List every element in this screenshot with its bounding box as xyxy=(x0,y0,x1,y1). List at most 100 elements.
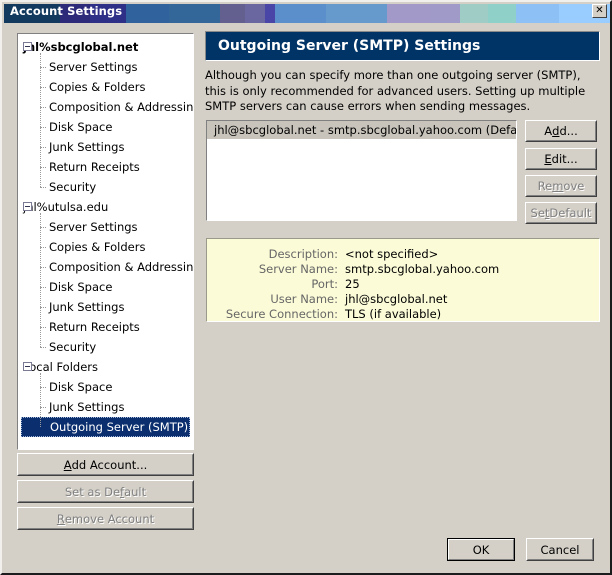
tree-item-security[interactable]: Security xyxy=(18,337,193,357)
titlebar-segment xyxy=(125,4,169,23)
add-label: Ad d... xyxy=(526,121,596,141)
tree-item-return-receipts[interactable]: Return Receipts xyxy=(18,157,193,177)
detail-value: <not specified> xyxy=(345,247,439,261)
tree-item-junk-settings[interactable]: Junk Settings xyxy=(18,137,193,157)
edit-label: Edit... xyxy=(526,149,596,169)
detail-label: Server Name: xyxy=(258,262,338,276)
tree-item-label: Security xyxy=(49,180,97,194)
smtp-server-list[interactable]: jhl@sbcglobal.net - smtp.sbcglobal.yahoo… xyxy=(206,120,517,221)
detail-label: User Name: xyxy=(270,292,338,306)
tree-item-label: Copies & Folders xyxy=(49,80,146,94)
add-account-label: Add Account... xyxy=(18,454,193,475)
tree-item-label: Return Receipts xyxy=(49,320,140,334)
detail-row: Secure Connection: TLS (if available) xyxy=(207,307,599,322)
add-server-button[interactable]: Ad d... xyxy=(525,120,597,142)
tree-item-disk-space[interactable]: Disk Space xyxy=(18,117,193,137)
tree-item-outgoing-server-smtp[interactable]: Outgoing Server (SMTP) xyxy=(21,417,190,437)
tree-item-security[interactable]: Security xyxy=(18,177,193,197)
titlebar-segment xyxy=(168,4,220,23)
titlebar-segment xyxy=(386,4,430,23)
detail-label: Port: xyxy=(311,277,338,291)
close-icon[interactable]: ✕ xyxy=(592,4,607,18)
tree-item-copies-folders[interactable]: Copies & Folders xyxy=(18,237,193,257)
tree-item-label: Return Receipts xyxy=(49,160,140,174)
tree-item-server-settings[interactable]: Server Settings xyxy=(18,57,193,77)
tree-item-label: Disk Space xyxy=(49,380,113,394)
tree-item-jhl-utulsa-edu[interactable]: jhl%utulsa.edu xyxy=(18,197,193,217)
tree-item-copies-folders[interactable]: Copies & Folders xyxy=(18,77,193,97)
detail-value: TLS (if available) xyxy=(345,307,442,321)
detail-label: Description: xyxy=(268,247,338,261)
tree-item-disk-space[interactable]: Disk Space xyxy=(18,277,193,297)
tree-item-composition-addressing[interactable]: Composition & Addressing xyxy=(18,257,193,277)
titlebar-segment xyxy=(326,4,387,23)
detail-value: smtp.sbcglobal.yahoo.com xyxy=(345,262,500,276)
tree-item-label: Outgoing Server (SMTP) xyxy=(50,420,189,434)
add-account-button[interactable]: Add Account... xyxy=(17,453,194,476)
account-settings-dialog: Account Settings ✕ jhl%sbcglobal.net Serv… xyxy=(0,0,612,575)
page-title: Outgoing Server (SMTP) Settings xyxy=(205,31,600,61)
detail-value: 25 xyxy=(345,277,360,291)
tree-connector xyxy=(40,213,41,347)
collapse-icon[interactable] xyxy=(23,42,32,51)
remove-server-button[interactable]: Re m ove xyxy=(525,175,597,197)
tree-item-server-settings[interactable]: Server Settings xyxy=(18,217,193,237)
remove-account-label: Remove Account xyxy=(18,508,193,529)
tree-item-return-receipts[interactable]: Return Receipts xyxy=(18,317,193,337)
tree-connector xyxy=(40,187,46,188)
account-tree[interactable]: jhl%sbcglobal.net Server Settings Copies &… xyxy=(17,33,194,450)
titlebar-segment xyxy=(460,4,489,23)
ok-button-label: OK xyxy=(448,539,514,560)
remove-label: Re m ove xyxy=(526,176,596,196)
tree-item-junk-settings[interactable]: Junk Settings xyxy=(18,297,193,317)
collapse-icon[interactable] xyxy=(23,362,32,371)
tree-item-label: jhl%sbcglobal.net xyxy=(23,40,139,54)
tree-item-label: Junk Settings xyxy=(49,140,125,154)
tree-item-local-folders[interactable]: Local Folders xyxy=(18,357,193,377)
page-description: Although you can specify more than one o… xyxy=(205,68,586,113)
titlebar-segment xyxy=(488,4,517,23)
tree-item-label: Server Settings xyxy=(49,60,138,74)
tree-item-jhl-sbcglobal-net[interactable]: jhl%sbcglobal.net xyxy=(18,37,193,57)
collapse-icon[interactable] xyxy=(23,202,32,211)
tree-item-label: Composition & Addressing xyxy=(49,100,194,114)
ok-button[interactable]: OK xyxy=(447,538,515,561)
tree-item-junk-settings[interactable]: Junk Settings xyxy=(18,397,193,417)
detail-row: User Name: jhl@sbcglobal.net xyxy=(207,292,599,307)
titlebar-segment xyxy=(430,4,461,23)
tree-item-label: Local Folders xyxy=(23,360,98,374)
detail-row: Port: 25 xyxy=(207,277,599,292)
set-as-default-label: Set as De f ault xyxy=(18,481,193,502)
tree-item-label: Disk Space xyxy=(49,280,113,294)
tree-item-label: Server Settings xyxy=(49,220,138,234)
tree-connector xyxy=(40,373,41,427)
remove-account-button[interactable]: Remove Account xyxy=(17,507,194,530)
detail-value: jhl@sbcglobal.net xyxy=(345,292,448,306)
window-title: Account Settings xyxy=(10,4,123,18)
server-list-item[interactable]: jhl@sbcglobal.net - smtp.sbcglobal.yahoo… xyxy=(207,121,516,139)
tree-item-label: jhl%utulsa.edu xyxy=(23,200,109,214)
titlebar-segment xyxy=(275,4,327,23)
tree-item-label: Junk Settings xyxy=(49,300,125,314)
set-default-server-button[interactable]: Se t Default xyxy=(525,202,597,224)
set-default-label: Se t Default xyxy=(526,203,596,223)
titlebar-segment xyxy=(244,4,266,23)
tree-item-composition-addressing[interactable]: Composition & Addressing xyxy=(18,97,193,117)
tree-connector xyxy=(40,53,41,187)
titlebar-segment xyxy=(219,4,245,23)
tree-item-disk-space[interactable]: Disk Space xyxy=(18,377,193,397)
tree-connector xyxy=(40,347,46,348)
tree-item-label: Security xyxy=(49,340,97,354)
detail-row: Server Name: smtp.sbcglobal.yahoo.com xyxy=(207,262,599,277)
cancel-button[interactable]: Cancel xyxy=(526,538,594,561)
tree-item-label: Junk Settings xyxy=(49,400,125,414)
detail-label: Secure Connection: xyxy=(225,307,338,321)
tree-item-label: Disk Space xyxy=(49,120,113,134)
set-as-default-button[interactable]: Set as De f ault xyxy=(17,480,194,503)
detail-row: Description: <not specified> xyxy=(207,247,599,262)
titlebar-segment xyxy=(265,4,276,23)
cancel-button-label: Cancel xyxy=(527,539,593,560)
edit-server-button[interactable]: Edit... xyxy=(525,148,597,170)
tree-item-label: Composition & Addressing xyxy=(49,260,194,274)
server-details-panel: Description: <not specified> Server Name: s… xyxy=(206,238,600,322)
